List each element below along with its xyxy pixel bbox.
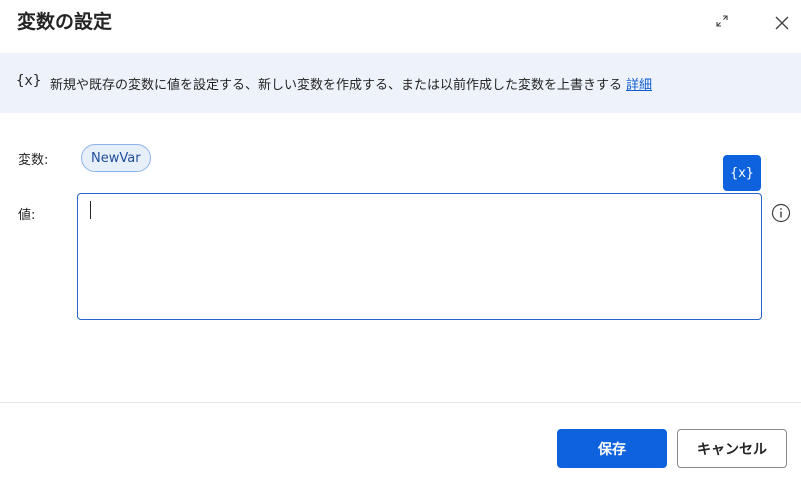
variable-name-chip[interactable]: NewVar <box>81 144 151 172</box>
expand-icon <box>716 15 728 27</box>
dialog-title: 変数の設定 <box>17 11 113 33</box>
learn-more-link[interactable]: 詳細 <box>626 78 652 93</box>
info-description: 新規や既存の変数に値を設定する、新しい変数を作成する、または以前作成した変数を上… <box>50 78 623 93</box>
info-circle-icon[interactable] <box>771 203 791 223</box>
footer-divider <box>0 402 801 403</box>
save-button[interactable]: 保存 <box>557 429 667 468</box>
value-label: 値: <box>18 208 36 223</box>
cancel-button[interactable]: キャンセル <box>677 429 787 468</box>
close-icon <box>775 16 789 30</box>
info-text: 新規や既存の変数に値を設定する、新しい変数を作成する、または以前作成した変数を上… <box>50 74 652 93</box>
insert-variable-button[interactable]: {x} <box>723 155 761 191</box>
text-caret <box>90 201 91 219</box>
info-bar: {x} 新規や既存の変数に値を設定する、新しい変数を作成する、または以前作成した… <box>0 53 801 113</box>
set-variable-dialog: 変数の設定 {x} 新規や既存の変数に値を設定する、新しい変数を作成する、または… <box>0 0 801 481</box>
close-button[interactable] <box>771 12 793 34</box>
variable-icon: {x} <box>16 73 42 89</box>
value-input[interactable] <box>77 193 762 320</box>
variable-label: 変数: <box>18 153 49 168</box>
expand-button[interactable] <box>711 10 733 32</box>
